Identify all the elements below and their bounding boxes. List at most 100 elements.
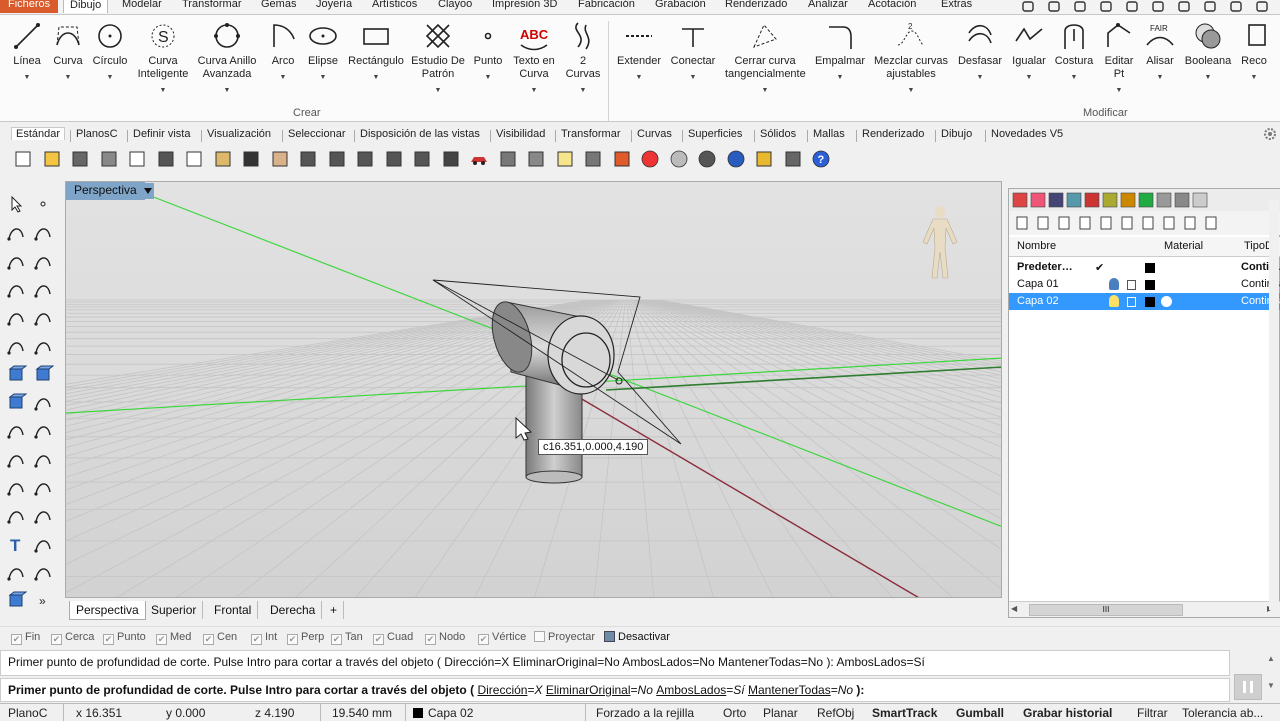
checkbox-icon[interactable]: ✔	[287, 634, 298, 645]
checkbox-icon[interactable]	[534, 631, 545, 642]
select-arrow-icon[interactable]	[5, 193, 27, 215]
ribbon-tab-8[interactable]: Impresión 3D	[492, 0, 557, 13]
delete-layer-icon[interactable]	[1056, 215, 1072, 231]
ribbon-tab-0[interactable]: Ficheros	[0, 0, 59, 13]
lock-icon[interactable]	[582, 148, 604, 170]
osnap-1[interactable]: ✔ Cerca	[51, 631, 94, 645]
status-grid-snap[interactable]: Forzado a la rejilla	[596, 706, 694, 720]
command-prompt[interactable]: Primer punto de profundidad de corte. Pu…	[0, 678, 1230, 702]
toolbar-tab-4[interactable]: Seleccionar	[284, 128, 349, 140]
materials-icon[interactable]	[1084, 192, 1100, 208]
array-tool-icon[interactable]	[5, 561, 27, 583]
ribbon-tab-10[interactable]: Grabación	[655, 0, 706, 13]
polygon-tool-icon[interactable]	[5, 306, 27, 328]
transform-move-icon[interactable]	[5, 419, 27, 441]
toolbar-tab-2[interactable]: Definir vista	[129, 128, 194, 140]
cut-icon[interactable]	[1150, 0, 1166, 13]
arrow-icon[interactable]	[1228, 0, 1244, 13]
curve-point-icon[interactable]	[32, 221, 54, 243]
status-gumball[interactable]: Gumball	[956, 706, 1004, 720]
material-dark-icon[interactable]	[696, 148, 718, 170]
ribbon-tab-9[interactable]: Fabricación	[578, 0, 635, 13]
osnap-12[interactable]: Desactivar	[604, 631, 670, 643]
edit-tool-icon[interactable]	[32, 561, 54, 583]
layers-icon[interactable]	[1012, 192, 1028, 208]
curve-project-icon[interactable]	[32, 504, 54, 526]
open-icon[interactable]	[41, 148, 63, 170]
viewport-menu-arrow-icon[interactable]	[142, 183, 154, 199]
new-layer-icon[interactable]	[1014, 215, 1030, 231]
mic-icon[interactable]	[1098, 0, 1114, 13]
light-icon[interactable]	[554, 148, 576, 170]
viewport-layout-icon[interactable]	[440, 148, 462, 170]
rectangle-tool-icon[interactable]	[32, 278, 54, 300]
chevron-down-icon[interactable]: ▼	[725, 84, 805, 97]
layer-name[interactable]: Capa 01	[1017, 278, 1059, 290]
conectar-button[interactable]: Conectar ▼	[653, 21, 733, 84]
option-mantener-todas[interactable]: MantenerTodas	[748, 683, 831, 697]
filter-icon[interactable]	[753, 148, 775, 170]
viewport-title[interactable]: Perspectiva	[66, 182, 145, 200]
clipping-icon[interactable]	[1174, 192, 1190, 208]
checkbox-icon[interactable]: ✔	[103, 634, 114, 645]
undo-icon[interactable]	[240, 148, 262, 170]
surface-sweep-icon[interactable]	[32, 335, 54, 357]
viewport-canvas[interactable]	[66, 182, 1002, 598]
copy-icon[interactable]	[1176, 0, 1192, 13]
material-blue-icon[interactable]	[725, 148, 747, 170]
text-tool-icon[interactable]: T	[5, 533, 27, 555]
viewport-tab-2[interactable]: Frontal	[208, 601, 259, 619]
chevron-down-icon[interactable]: ▼	[800, 71, 880, 84]
option-direccion[interactable]: Dirección	[477, 683, 527, 697]
layer-name[interactable]: Predeter…	[1017, 261, 1073, 273]
dimension-angle-icon[interactable]	[32, 448, 54, 470]
layers-scrollbar[interactable]: ◀ III ▶	[1009, 601, 1280, 617]
toolbar-tab-10[interactable]: Sólidos	[756, 128, 800, 140]
zoom-selected-icon[interactable]	[411, 148, 433, 170]
cerrar-curva-button[interactable]: Cerrar curva tangencialmente ▼	[725, 21, 806, 97]
car-icon[interactable]	[468, 148, 490, 170]
surface-plane-icon[interactable]	[32, 391, 54, 413]
option-ambos-lados[interactable]: AmbosLados	[656, 683, 726, 697]
ellipse-tool-icon[interactable]	[32, 250, 54, 272]
add-viewport-tab[interactable]: +	[324, 601, 345, 619]
toolbar-tab-12[interactable]: Renderizado	[858, 128, 928, 140]
status-filter[interactable]: Filtrar	[1137, 706, 1168, 720]
chevron-down-icon[interactable]: ▼	[543, 84, 623, 97]
ribbon-tab-3[interactable]: Transformar	[182, 0, 242, 13]
help-icon[interactable]: ?	[810, 148, 832, 170]
toolbar-tab-8[interactable]: Curvas	[633, 128, 676, 140]
osnap-10[interactable]: ✔ Vértice	[478, 631, 526, 645]
scroll-thumb[interactable]: III	[1029, 604, 1183, 616]
settings-gear-icon[interactable]	[1263, 127, 1277, 141]
box-render-icon[interactable]	[5, 589, 28, 611]
boolean-tool-icon[interactable]	[5, 476, 27, 498]
viewport-tab-3[interactable]: Derecha	[264, 601, 323, 619]
pan-icon[interactable]	[269, 148, 291, 170]
osnap-8[interactable]: ✔ Cuad	[373, 631, 413, 645]
layer-icon[interactable]	[611, 148, 633, 170]
chevron-down-icon[interactable]: ▼	[1079, 84, 1159, 97]
osnap-7[interactable]: ✔ Tan	[331, 631, 363, 645]
toolbar-tab-7[interactable]: Transformar	[557, 128, 625, 140]
redo-icon[interactable]	[1202, 0, 1218, 13]
checkbox-icon[interactable]	[604, 631, 615, 642]
new-icon[interactable]	[12, 148, 34, 170]
mezclar-button[interactable]: 2 Mezclar curvas ajustables ▼	[871, 21, 951, 97]
osnap-5[interactable]: ✔ Int	[251, 631, 277, 645]
cplane-icon[interactable]	[497, 148, 519, 170]
chevron-down-icon[interactable]: ▼	[653, 71, 733, 84]
panel-vertical-scrollbar[interactable]	[1269, 200, 1279, 610]
point-dot-icon[interactable]	[32, 193, 54, 215]
pause-icon[interactable]	[1234, 674, 1262, 700]
import-icon[interactable]	[126, 148, 148, 170]
osnap-6[interactable]: ✔ Perp	[287, 631, 324, 645]
extrude-solid-icon[interactable]	[5, 391, 28, 413]
lightbulb-icon[interactable]	[1109, 295, 1119, 307]
status-refobj[interactable]: RefObj	[817, 706, 854, 720]
layer-row[interactable]: Capa 02Continua	[1009, 293, 1280, 310]
toolbar-tab-6[interactable]: Visibilidad	[492, 128, 549, 140]
color-icon[interactable]	[639, 148, 661, 170]
move-up-icon[interactable]	[1077, 215, 1093, 231]
cplane-tool-icon[interactable]	[32, 533, 54, 555]
